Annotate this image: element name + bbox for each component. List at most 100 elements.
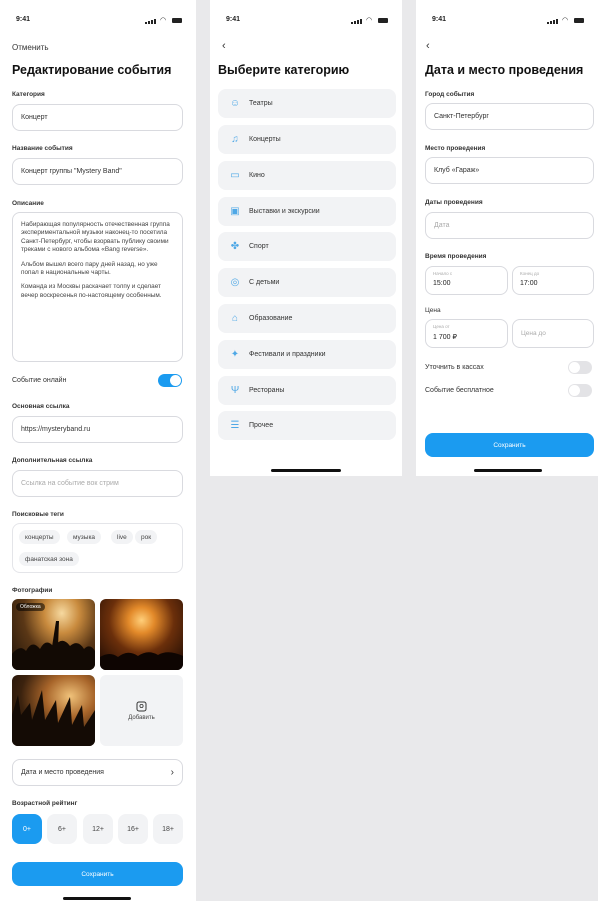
- status-icons: ◠: [546, 16, 584, 24]
- edit-event-screen: 9:41 ◠ Отменить Редактирование события К…: [0, 0, 196, 901]
- category-item-cinema[interactable]: ▭ Кино: [218, 161, 396, 190]
- age-option-6[interactable]: 6+: [47, 814, 77, 844]
- extra-link-field[interactable]: Ссылка на событие вок стрим: [12, 470, 183, 497]
- category-item-exhibitions[interactable]: ▣ Выставки и экскурсии: [218, 197, 396, 226]
- category-screen: 9:41 ◠ ‹ Выберите категорию ☺ Театры ♫ Кон…: [210, 0, 402, 476]
- status-bar: 9:41 ◠: [0, 16, 196, 28]
- toggle-knob: [569, 362, 580, 373]
- battery-icon: [378, 17, 388, 23]
- signal-icon: [350, 17, 363, 24]
- place-field[interactable]: Клуб «Гараж»: [425, 157, 594, 184]
- category-label: Концерты: [249, 136, 281, 143]
- category-item-other[interactable]: ☰ Прочее: [218, 411, 396, 440]
- category-item-education[interactable]: ⌂ Образование: [218, 304, 396, 333]
- category-label: Категория: [12, 91, 45, 98]
- tag-chip[interactable]: концерты: [19, 530, 60, 544]
- sport-icon: ✤: [230, 241, 240, 252]
- category-label: Образование: [249, 315, 293, 322]
- category-item-sport[interactable]: ✤ Спорт: [218, 232, 396, 261]
- toggle-knob: [569, 385, 580, 396]
- tag-chip[interactable]: live: [111, 530, 133, 544]
- add-photo-icon: [136, 701, 147, 711]
- category-label: Прочее: [249, 422, 274, 429]
- add-photo-button[interactable]: Добавить: [100, 675, 183, 746]
- status-time: 9:41: [16, 16, 31, 23]
- photo-cover[interactable]: Обложка: [12, 599, 95, 670]
- home-indicator: [63, 897, 131, 900]
- page-title: Редактирование события: [12, 63, 172, 77]
- wifi-icon: ◠: [365, 17, 374, 24]
- time-from-caption: Начало с: [433, 271, 453, 276]
- price-to-field[interactable]: Цена до: [512, 319, 594, 348]
- online-toggle[interactable]: [158, 374, 182, 387]
- online-label: Событие онлайн: [12, 377, 67, 384]
- photos-label: Фотографии: [12, 587, 53, 594]
- crowd-silhouette: [12, 621, 95, 670]
- category-label: Рестораны: [249, 387, 285, 394]
- description-field[interactable]: Набирающая популярность отечественная гр…: [12, 212, 183, 362]
- music-icon: ♫: [231, 134, 239, 145]
- tag-chip[interactable]: рок: [135, 530, 158, 544]
- main-link-field[interactable]: https://mysteryband.ru: [12, 416, 183, 443]
- photo-crowd[interactable]: [12, 675, 95, 746]
- date-place-button[interactable]: Дата и место проведения ›: [12, 759, 183, 786]
- status-time: 9:41: [226, 16, 241, 23]
- category-item-festivals[interactable]: ✦ Фестивали и праздники: [218, 340, 396, 369]
- status-bar: 9:41 ◠: [210, 16, 402, 28]
- category-item-concerts[interactable]: ♫ Концерты: [218, 125, 396, 154]
- time-from-field[interactable]: Начало с 15:00: [425, 266, 508, 295]
- other-icon: ☰: [230, 420, 240, 431]
- date-place-label: Дата и место проведения: [21, 769, 104, 776]
- hands-silhouette: [12, 690, 95, 746]
- status-icons: ◠: [144, 16, 182, 24]
- event-name-field[interactable]: Концерт группы "Mystery Band": [12, 158, 183, 185]
- category-item-theaters[interactable]: ☺ Театры: [218, 89, 396, 118]
- price-from-field[interactable]: Цена от 1 700 ₽: [425, 319, 508, 348]
- category-item-restaurants[interactable]: Ψ Рестораны: [218, 376, 396, 405]
- age-option-12[interactable]: 12+: [83, 814, 113, 844]
- dates-label: Даты проведения: [425, 199, 483, 206]
- wifi-icon: ◠: [159, 17, 168, 24]
- stage-lights: [100, 652, 183, 670]
- tag-chip[interactable]: фанатская зона: [19, 552, 79, 566]
- age-option-0[interactable]: 0+: [12, 814, 42, 844]
- date-place-screen: 9:41 ◠ ‹ Дата и место проведения Город с…: [416, 0, 598, 476]
- city-label: Город события: [425, 91, 475, 98]
- clarify-label: Уточнить в кассах: [425, 364, 484, 371]
- category-label: С детьми: [249, 279, 280, 286]
- dates-field[interactable]: Дата: [425, 212, 594, 239]
- cancel-button[interactable]: Отменить: [12, 43, 49, 52]
- toggle-knob: [170, 375, 181, 386]
- category-label: Театры: [249, 100, 273, 107]
- battery-icon: [172, 17, 182, 23]
- time-to-caption: Конец до: [520, 271, 540, 276]
- time-from-value: 15:00: [433, 280, 451, 287]
- back-chevron-icon[interactable]: ‹: [426, 40, 430, 52]
- clarify-toggle[interactable]: [568, 361, 592, 374]
- chevron-right-icon: ›: [170, 767, 174, 778]
- age-option-18[interactable]: 18+: [153, 814, 183, 844]
- back-chevron-icon[interactable]: ‹: [222, 40, 226, 52]
- education-icon: ⌂: [231, 313, 239, 324]
- price-from-value: 1 700 ₽: [433, 334, 457, 341]
- age-option-16[interactable]: 16+: [118, 814, 148, 844]
- free-toggle[interactable]: [568, 384, 592, 397]
- save-button[interactable]: Сохранить: [12, 862, 183, 886]
- page-title: Дата и место проведения: [425, 63, 584, 77]
- time-to-field[interactable]: Конец до 17:00: [512, 266, 594, 295]
- status-bar: 9:41 ◠: [416, 16, 598, 28]
- price-label: Цена: [425, 307, 441, 314]
- tag-chip[interactable]: музыка: [67, 530, 102, 544]
- save-button[interactable]: Сохранить: [425, 433, 594, 457]
- category-item-kids[interactable]: ◎ С детьми: [218, 268, 396, 297]
- city-field[interactable]: Санкт-Петербург: [425, 103, 594, 130]
- category-label: Спорт: [249, 243, 269, 250]
- gallery-icon: ▣: [230, 206, 240, 217]
- category-field[interactable]: Концерт: [12, 104, 183, 131]
- price-from-caption: Цена от: [433, 324, 450, 329]
- tags-field[interactable]: концерты музыка live рок фанатская зона: [12, 523, 183, 573]
- photo-stage[interactable]: [100, 599, 183, 670]
- free-label: Событие бесплатное: [425, 387, 494, 394]
- main-link-label: Основная ссылка: [12, 403, 70, 410]
- time-to-value: 17:00: [520, 280, 538, 287]
